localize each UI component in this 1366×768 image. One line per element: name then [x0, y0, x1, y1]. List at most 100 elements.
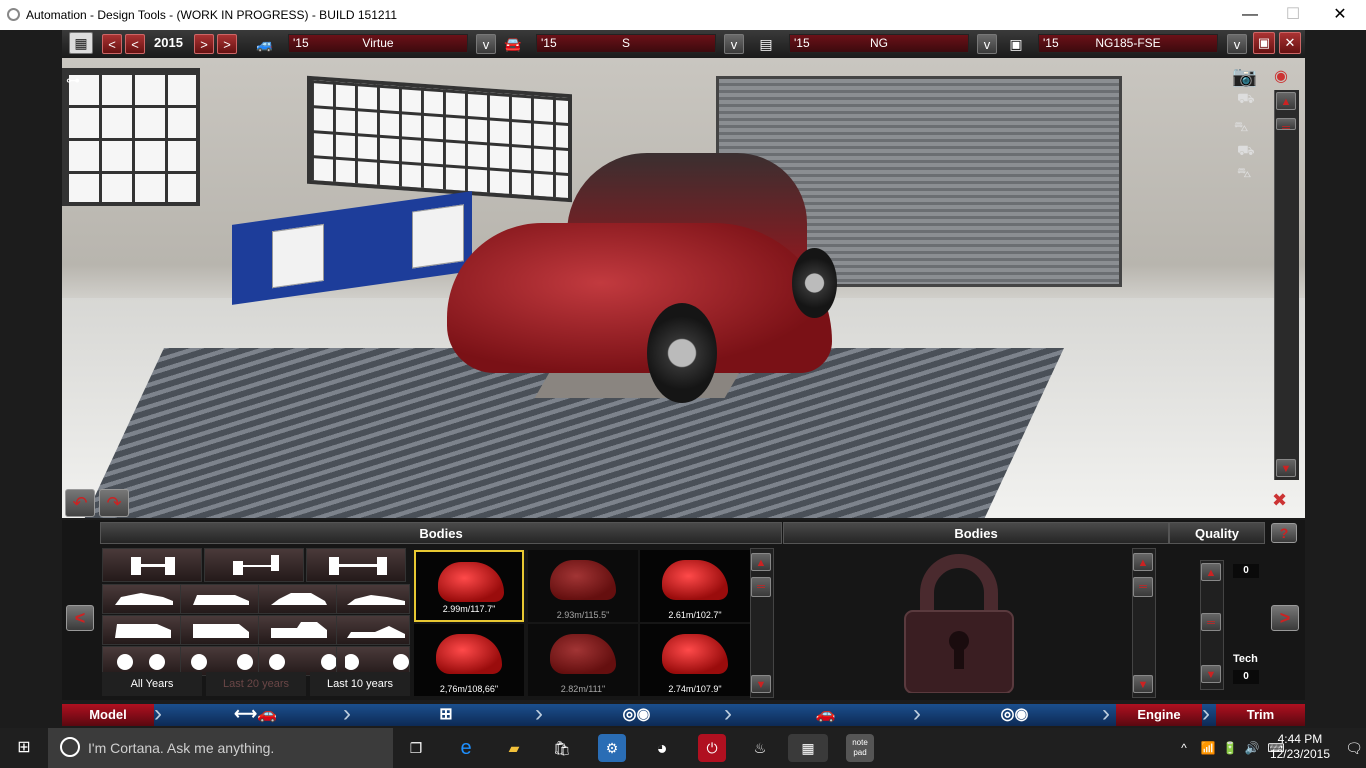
- trim-dropdown-button[interactable]: v: [724, 34, 744, 54]
- next-year-fast-button[interactable]: >: [217, 34, 237, 54]
- body-thumb[interactable]: 2.74m/107.9": [640, 624, 750, 696]
- close-icon[interactable]: ✕: [1279, 32, 1301, 54]
- quality-down-button[interactable]: ▼: [1201, 665, 1221, 683]
- task-view-icon[interactable]: ❐: [402, 734, 430, 762]
- minimize-button[interactable]: —: [1230, 4, 1270, 26]
- filter-all-years[interactable]: All Years: [102, 672, 202, 696]
- maximize-button[interactable]: ☐: [1273, 4, 1313, 26]
- nav-trim[interactable]: Trim: [1216, 704, 1305, 726]
- engine-variant-dropdown-button[interactable]: v: [1227, 34, 1247, 54]
- bodies-scroll-up[interactable]: ▲: [751, 553, 771, 571]
- body-wheelbase: 2.74m/107.9": [668, 684, 722, 694]
- model-car-icon: 🚙: [256, 36, 274, 52]
- notifications-icon[interactable]: 🗨: [1340, 734, 1366, 762]
- chrome-icon[interactable]: ◕: [648, 734, 676, 762]
- car-side-icon: 🚗: [815, 706, 836, 723]
- engine-family-selector[interactable]: '15 NG: [789, 34, 969, 53]
- redo-button[interactable]: ↷: [99, 489, 129, 517]
- steam-icon[interactable]: ♨: [746, 734, 774, 762]
- quality-slider[interactable]: ▲ ═ ▼: [1200, 560, 1224, 690]
- body-thumb[interactable]: 2.61m/102.7": [640, 550, 750, 622]
- filter-last-10-years[interactable]: Last 10 years: [310, 672, 410, 696]
- view-front-icon[interactable]: ⛟: [1237, 90, 1255, 109]
- edge-icon[interactable]: e: [452, 734, 480, 762]
- automation-app-icon[interactable]: ▦: [788, 734, 828, 762]
- center-scroll-handle[interactable]: ═: [1133, 577, 1153, 597]
- car-model[interactable]: [447, 153, 837, 403]
- save-icon[interactable]: ▣: [1253, 32, 1275, 54]
- camera-icon[interactable]: 📷: [1232, 64, 1257, 89]
- engine-family-dropdown-button[interactable]: v: [977, 34, 997, 54]
- undo-button[interactable]: ↶: [65, 489, 95, 517]
- view-top-icon[interactable]: ⛍: [1237, 164, 1251, 183]
- filter-monocoque[interactable]: [204, 548, 304, 582]
- nav-engine[interactable]: Engine: [1116, 704, 1202, 726]
- camera-zoom-slider[interactable]: ▲ ═ ▼: [1274, 90, 1299, 480]
- nav-headlights[interactable]: ◎◉: [549, 704, 724, 726]
- body-thumb-locked[interactable]: 2.93m/115.5": [528, 550, 638, 622]
- zoom-up-button[interactable]: ▲: [1276, 92, 1296, 110]
- model-selector[interactable]: '15 Virtue: [288, 34, 468, 53]
- trim-selector[interactable]: '15 S: [536, 34, 716, 53]
- window-titlebar: Automation - Design Tools - (WORK IN PRO…: [0, 0, 1366, 30]
- body-preview: [662, 560, 728, 600]
- nav-fixtures[interactable]: ◎◉: [927, 704, 1102, 726]
- cortana-search[interactable]: I'm Cortana. Ask me anything.: [48, 728, 393, 768]
- nav-body-dimensions[interactable]: ⟷🚗: [168, 704, 343, 726]
- filter-ladder-frame[interactable]: [102, 548, 202, 582]
- quality-up-button[interactable]: ▲: [1201, 563, 1221, 581]
- center-scroll-up[interactable]: ▲: [1133, 553, 1153, 571]
- engine-variant-selector[interactable]: '15 NG185-FSE: [1038, 34, 1218, 53]
- system-clock[interactable]: 4:44 PM 12/23/2015: [1270, 732, 1330, 762]
- body-thumb[interactable]: 2.99m/117.7": [414, 550, 524, 622]
- filter-last-20-years[interactable]: Last 20 years: [206, 672, 306, 696]
- bodies-scroll-handle[interactable]: ═: [751, 577, 771, 597]
- car-outline-icon[interactable]: ⊶: [66, 72, 80, 89]
- notepad-icon[interactable]: note pad: [846, 734, 874, 762]
- power-app-icon[interactable]: ⏻: [698, 734, 726, 762]
- eye-icon[interactable]: ◉: [1274, 66, 1288, 86]
- close-window-button[interactable]: ✕: [1320, 4, 1360, 26]
- prev-year-button[interactable]: <: [125, 34, 145, 54]
- chevron-right-icon: ›: [154, 700, 162, 727]
- help-button[interactable]: ?: [1271, 523, 1297, 543]
- quality-handle[interactable]: ═: [1201, 613, 1221, 631]
- filter-spaceframe[interactable]: [306, 548, 406, 582]
- next-year-button[interactable]: >: [194, 34, 214, 54]
- center-scroll-down[interactable]: ▼: [1133, 675, 1153, 693]
- bodies-header-left: Bodies: [100, 522, 782, 544]
- nav-chassis[interactable]: ⊞: [357, 704, 535, 726]
- calendar-icon[interactable]: ▦: [69, 32, 93, 54]
- engine-variant-icon: ▣: [1009, 36, 1023, 52]
- body-thumb[interactable]: 2,76m/108,66": [414, 624, 524, 696]
- garage-scene[interactable]: ⊶ 📷 ◉ ⛟ ⛍ ⛟ ⛍ ✖: [62, 58, 1305, 518]
- center-scrollbar[interactable]: ▲ ═ ▼: [1132, 548, 1156, 698]
- next-panel-button[interactable]: >: [1271, 605, 1299, 631]
- nav-body-style[interactable]: 🚗: [738, 704, 913, 726]
- model-dropdown-button[interactable]: v: [476, 34, 496, 54]
- prev-panel-button[interactable]: <: [66, 605, 94, 631]
- zoom-down-button[interactable]: ▼: [1276, 459, 1296, 477]
- settings-app-icon[interactable]: ⚙: [598, 734, 626, 762]
- view-rear-icon[interactable]: ⛟: [1237, 142, 1255, 161]
- body-thumb-locked[interactable]: 2.82m/111": [528, 624, 638, 696]
- prev-year-fast-button[interactable]: <: [102, 34, 122, 54]
- bodies-scrollbar[interactable]: ▲ ═ ▼: [750, 548, 774, 698]
- tech-label: Tech: [1233, 653, 1258, 665]
- wrench-cross-icon[interactable]: ✖: [1272, 490, 1287, 511]
- view-side-icon[interactable]: ⛍: [1234, 118, 1248, 137]
- file-explorer-icon[interactable]: ▰: [500, 734, 528, 762]
- store-icon[interactable]: 🛍: [548, 734, 576, 762]
- filter-convertible[interactable]: [336, 615, 410, 645]
- bodies-scroll-down[interactable]: ▼: [751, 675, 771, 693]
- year-value: 2015: [154, 35, 183, 50]
- zoom-handle[interactable]: ═: [1276, 118, 1296, 134]
- clock-date: 12/23/2015: [1269, 747, 1330, 761]
- trim-name: S: [621, 36, 630, 50]
- nav-model[interactable]: Model: [62, 704, 154, 726]
- body-preview: [436, 634, 502, 674]
- car-wheel: [647, 303, 717, 403]
- filter-coupe[interactable]: [336, 584, 410, 614]
- workbench: [232, 191, 472, 305]
- windows-start-icon[interactable]: ⊞: [10, 734, 38, 762]
